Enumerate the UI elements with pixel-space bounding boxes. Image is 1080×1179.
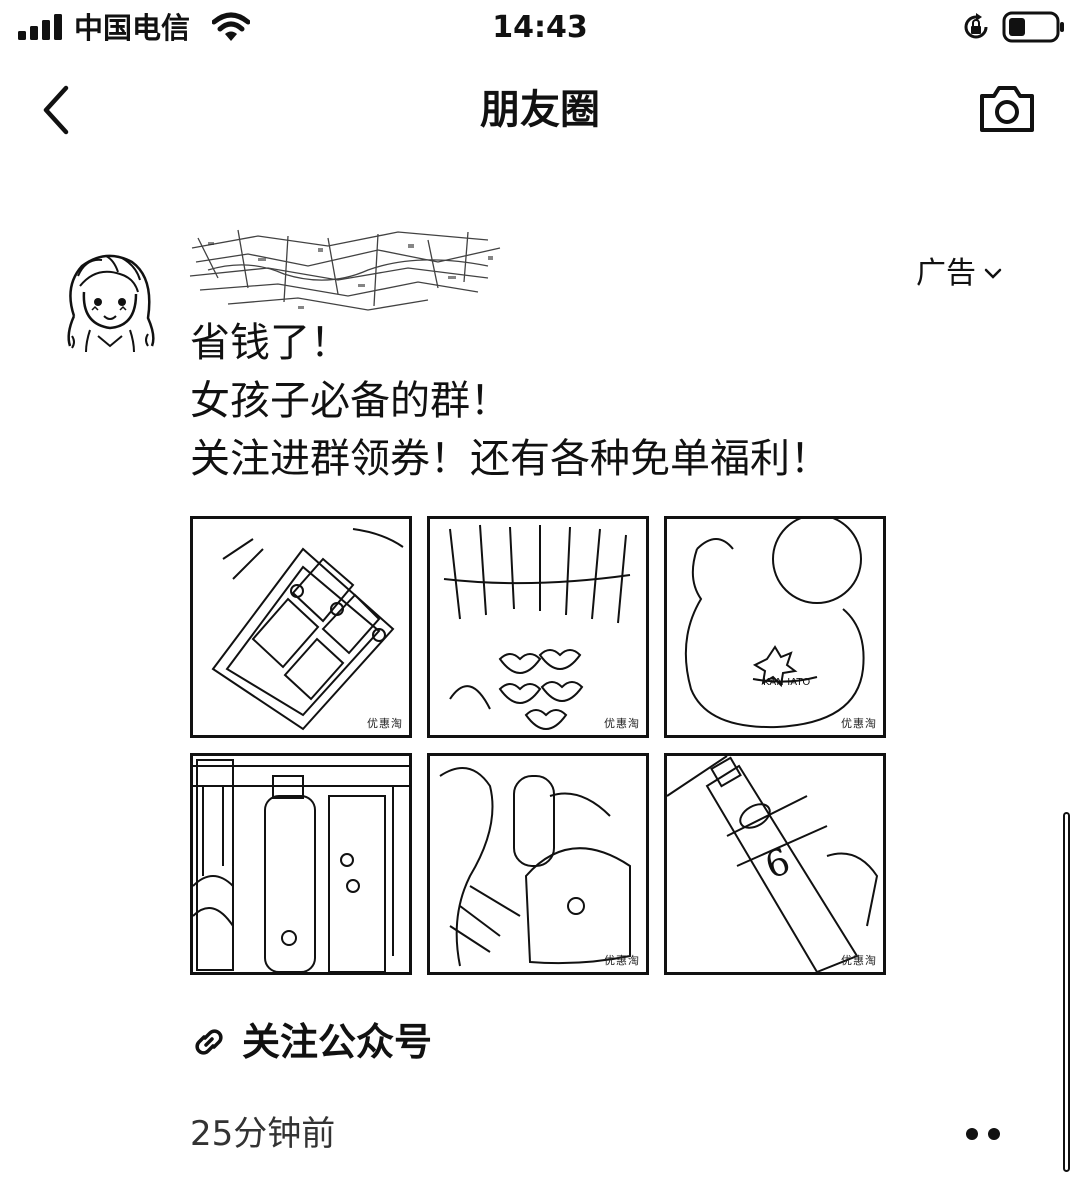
more-options-icon[interactable] [954,1112,1014,1156]
photo-thumbnail[interactable]: 优惠淘 [427,753,649,975]
nav-bar: 朋友圈 [0,62,1080,158]
photo-thumbnail[interactable]: 6 优惠淘 [664,753,886,975]
follow-official-account-label: 关注公众号 [242,1020,433,1064]
photo-image [443,524,631,731]
ad-label-dropdown[interactable]: 广告 [916,252,1002,296]
photo-thumbnail[interactable]: 优惠淘 [427,516,649,738]
photo-thumbnail[interactable] [190,753,412,975]
post-text: 省钱了！ 女孩子必备的群！ 关注进群领券！还有各种免单福利！ [190,314,990,488]
photo-thumbnail[interactable]: 优惠淘 [190,516,412,738]
svg-text:KAN-IATO: KAN-IATO [763,677,810,688]
camera-icon[interactable] [976,82,1038,136]
photo-grid: 优惠淘 优惠淘 KAN-IATO 优惠淘 优惠淘 6 优惠淘 [190,516,890,978]
photo-watermark: 优惠淘 [604,954,640,967]
post-text-line: 关注进群领券！还有各种免单福利！ [190,436,830,482]
photo-image [439,767,631,967]
link-icon [195,1029,223,1055]
post-text-line: 女孩子必备的群！ [190,378,510,424]
scrollbar[interactable] [1063,812,1070,1172]
post-text-line: 省钱了！ [190,320,350,366]
avatar[interactable] [56,246,164,354]
username-redacted[interactable] [188,218,506,322]
photo-watermark: 优惠淘 [604,717,640,730]
rotation-lock-icon [964,13,988,39]
photo-watermark: 优惠淘 [841,954,877,967]
photo-image [193,759,409,972]
photo-watermark: 优惠淘 [841,717,877,730]
photo-watermark: 优惠淘 [367,717,403,730]
post-timestamp: 25分钟前 [190,1114,336,1154]
photo-image [211,528,404,731]
battery-icon [1002,11,1064,43]
ad-label: 广告 [916,256,976,291]
photo-thumbnail[interactable]: KAN-IATO 优惠淘 [664,516,886,738]
status-time: 14:43 [492,10,588,45]
follow-official-account-link[interactable]: 关注公众号 [190,1012,432,1072]
chevron-down-icon [984,268,1002,279]
status-bar: 中国电信 14:43 [0,0,1080,56]
page-title: 朋友圈 [480,87,600,133]
photo-image: KAN-IATO [684,519,865,729]
photo-image: 6 [667,756,879,972]
